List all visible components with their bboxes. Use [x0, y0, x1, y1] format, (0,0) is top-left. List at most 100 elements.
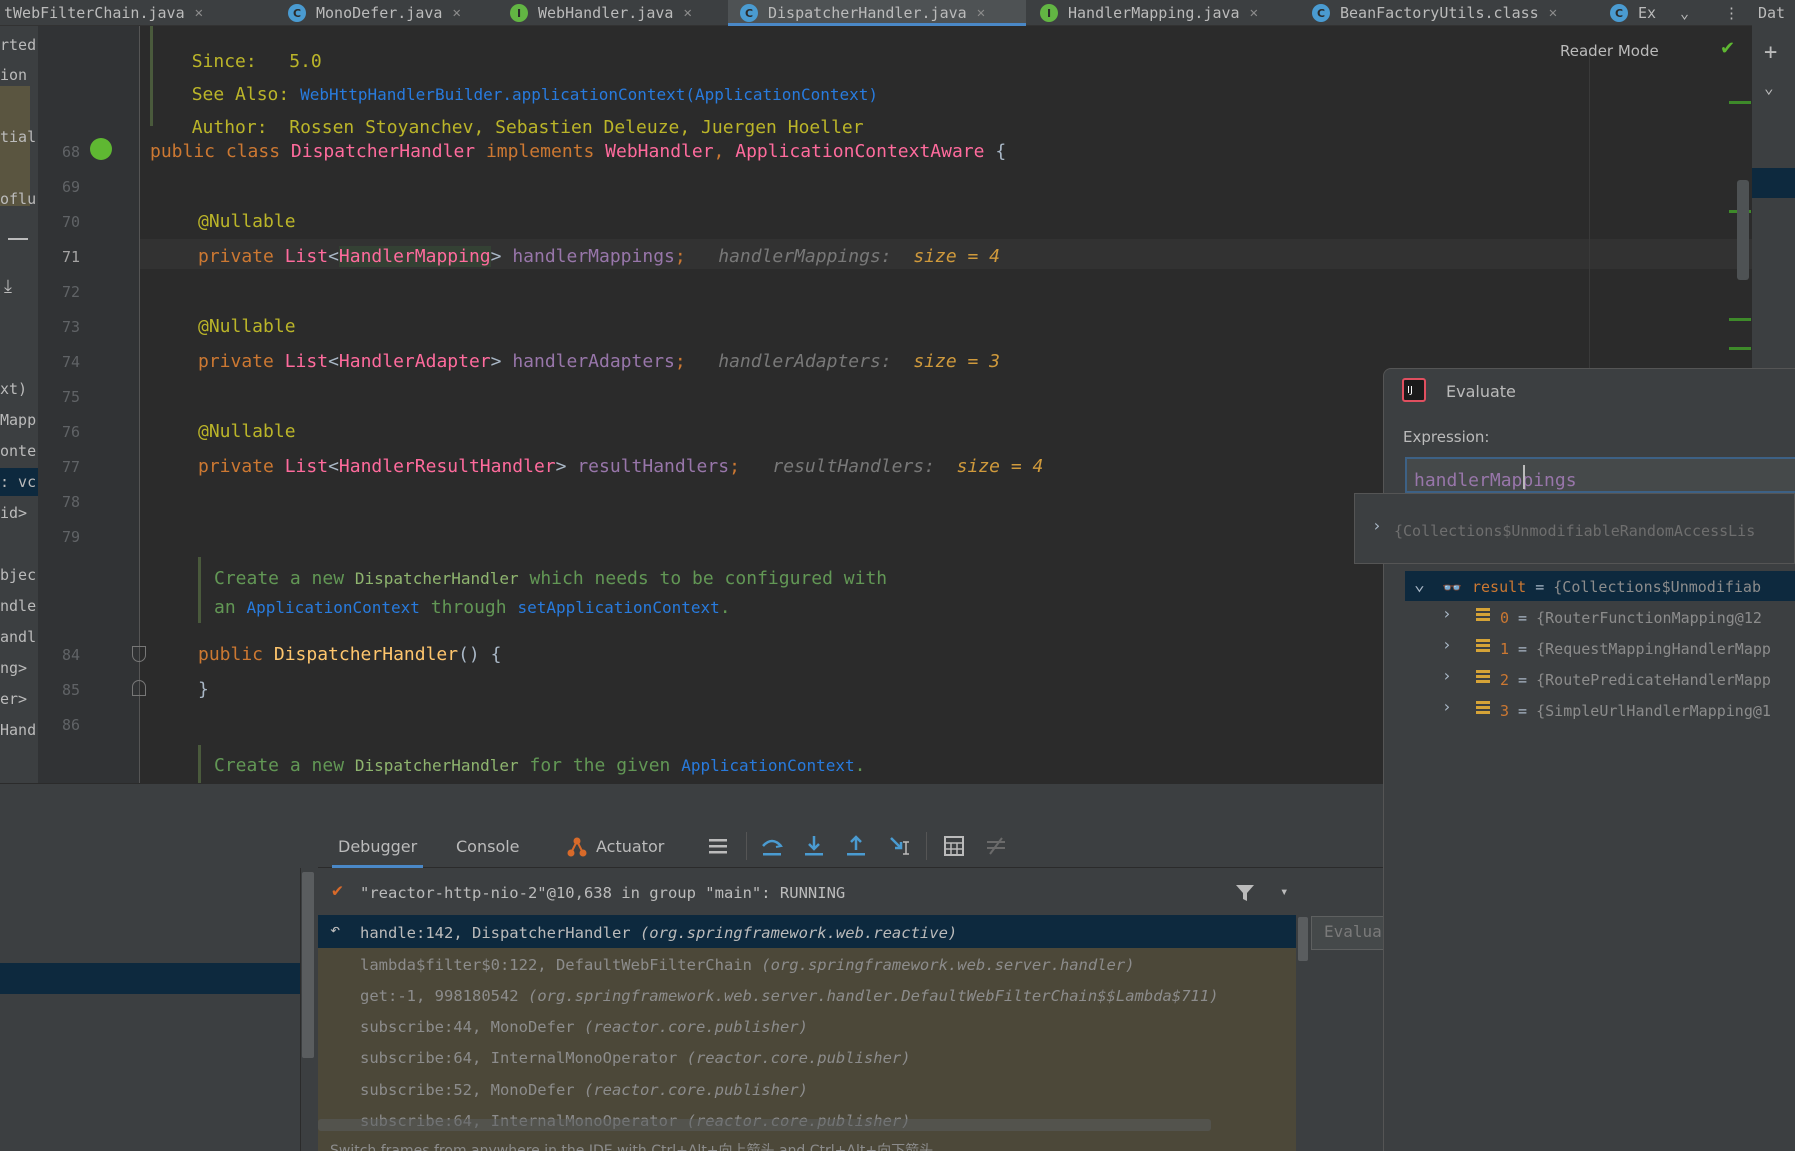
tab-ex[interactable]: C Ex: [1610, 0, 1676, 26]
frames-hscroll[interactable]: [318, 1119, 1211, 1131]
frame-row[interactable]: subscribe:52, MonoDefer (reactor.core.pu…: [360, 1081, 808, 1099]
chevron-right-icon[interactable]: ›: [1372, 516, 1382, 535]
text-cursor: [1523, 465, 1525, 489]
step-into-icon[interactable]: ⤓: [4, 276, 12, 297]
doc-comment-line: Create a new DispatcherHandler for the g…: [214, 755, 866, 776]
step-out-icon[interactable]: [844, 834, 868, 858]
minimize-icon[interactable]: [8, 238, 28, 240]
scrollbar-thumb[interactable]: [1298, 917, 1308, 961]
close-icon[interactable]: ✕: [1549, 5, 1557, 21]
spring-bean-icon[interactable]: [90, 138, 112, 160]
left-fragment: rted: [0, 36, 37, 54]
close-icon[interactable]: ✕: [1250, 5, 1258, 21]
tab-dispatcherhandler[interactable]: C DispatcherHandler.java ✕: [728, 0, 1026, 26]
doc-comment-line: Create a new DispatcherHandler which nee…: [214, 568, 888, 589]
tab-debugger[interactable]: Debugger: [331, 824, 424, 868]
chevron-right-icon[interactable]: ›: [1442, 697, 1452, 716]
expression-value: handlerMappings: [1414, 470, 1577, 491]
doc-link[interactable]: ApplicationContext: [681, 756, 854, 775]
chevron-right-icon[interactable]: ›: [1442, 635, 1452, 654]
doc-comment-line: an ApplicationContext through setApplica…: [214, 597, 731, 618]
add-icon[interactable]: +: [1764, 40, 1777, 65]
line-number: 69: [61, 178, 80, 196]
selected-thread-row[interactable]: [0, 963, 300, 994]
tab-handlermapping[interactable]: I HandlerMapping.java ✕: [1040, 0, 1296, 26]
line-number: 77: [61, 458, 80, 476]
close-icon[interactable]: ✕: [683, 5, 691, 21]
stripe-selection: [1752, 168, 1795, 198]
threads-list: [0, 868, 300, 1151]
line-number: 86: [61, 716, 80, 734]
result-child[interactable]: 1 = {RequestMappingHandlerMapp: [1500, 640, 1771, 658]
line-number: 85: [61, 681, 80, 699]
chevron-down-icon[interactable]: ⌄: [1764, 78, 1774, 97]
chevron-down-icon[interactable]: ▾: [1280, 884, 1288, 900]
frame-row[interactable]: subscribe:44, MonoDefer (reactor.core.pu…: [360, 1018, 808, 1036]
class-declaration: public class DispatcherHandler implement…: [150, 141, 1007, 162]
doc-link[interactable]: ApplicationContext: [247, 598, 420, 617]
line-number: 71: [61, 248, 80, 266]
evaluate-expression-icon[interactable]: [942, 834, 966, 858]
list-item-icon: [1476, 639, 1490, 653]
right-panel-tab[interactable]: Dat: [1752, 0, 1795, 26]
tab-beanfactoryutils[interactable]: C BeanFactoryUtils.class ✕: [1312, 0, 1590, 26]
doc-link[interactable]: setApplicationContext: [517, 598, 719, 617]
result-child[interactable]: 3 = {SimpleUrlHandlerMapping@1: [1500, 702, 1771, 720]
doc-bar: [198, 557, 201, 623]
change-marker: [1729, 101, 1751, 104]
frame-row[interactable]: handle:142, DispatcherHandler (org.sprin…: [360, 924, 957, 942]
change-marker: [1729, 347, 1751, 350]
check-icon: ✔: [1720, 38, 1736, 59]
chevron-right-icon[interactable]: ›: [1442, 604, 1452, 623]
svg-text:IJ: IJ: [1407, 385, 1413, 396]
filter-icon[interactable]: [1234, 882, 1256, 904]
left-fragment: onte: [0, 442, 37, 460]
close-icon[interactable]: ✕: [452, 5, 460, 21]
fold-icon[interactable]: [132, 646, 146, 662]
reader-mode-button[interactable]: Reader Mode: [1560, 42, 1659, 60]
result-child[interactable]: 0 = {RouterFunctionMapping@12: [1500, 609, 1762, 627]
line-number: 76: [61, 423, 80, 441]
close-icon[interactable]: ✕: [977, 5, 985, 21]
field-declaration: private List<HandlerAdapter> handlerAdap…: [198, 351, 1001, 372]
frame-row[interactable]: lambda$filter$0:122, DefaultWebFilterCha…: [360, 956, 1135, 974]
close-icon[interactable]: ✕: [195, 5, 203, 21]
step-into-icon[interactable]: [802, 834, 826, 858]
left-fragment: oflu: [0, 190, 37, 208]
tab-console[interactable]: Console: [456, 824, 520, 868]
left-fragment: bjec: [0, 566, 37, 584]
thread-selector[interactable]: "reactor-http-nio-2"@10,638 in group "ma…: [360, 884, 845, 902]
left-fragment: : vc: [0, 473, 37, 491]
line-number: 84: [61, 646, 80, 664]
list-item-icon: [1476, 608, 1490, 622]
editor-scrollbar-thumb[interactable]: [1737, 180, 1749, 280]
popup-result[interactable]: {Collections$UnmodifiableRandomAccessLis: [1394, 522, 1794, 540]
frame-row[interactable]: subscribe:64, InternalMonoOperator (reac…: [360, 1049, 911, 1067]
chevron-down-icon[interactable]: ⌄: [1680, 0, 1702, 26]
tab-webhandler[interactable]: I WebHandler.java ✕: [510, 0, 722, 26]
left-highlight: [0, 86, 30, 206]
field-declaration: private List<HandlerResultHandler> resul…: [198, 456, 1044, 477]
line-number: 74: [61, 353, 80, 371]
fold-icon[interactable]: [132, 680, 146, 696]
line-number: 75: [61, 388, 80, 406]
run-to-cursor-icon[interactable]: [888, 834, 912, 858]
line-number: 72: [61, 283, 80, 301]
class-icon: C: [1312, 4, 1330, 22]
tab-label: BeanFactoryUtils.class: [1340, 4, 1539, 22]
chevron-down-icon[interactable]: ⌄: [1414, 574, 1425, 595]
scrollbar-thumb[interactable]: [302, 872, 314, 1058]
result-child[interactable]: 2 = {RoutePredicateHandlerMapp: [1500, 671, 1771, 689]
tab-label: Ex: [1638, 4, 1657, 22]
doc-bar: [150, 26, 153, 126]
tab-monodefer[interactable]: C MonoDefer.java ✕: [288, 0, 494, 26]
return-icon: ↶: [330, 920, 341, 940]
more-icon[interactable]: ⋮: [1724, 0, 1740, 26]
tab-actuator[interactable]: Actuator: [596, 824, 664, 868]
trace-icon[interactable]: [984, 834, 1008, 858]
chevron-right-icon[interactable]: ›: [1442, 666, 1452, 685]
tab-webfilterchain[interactable]: tWebFilterChain.java ✕: [0, 0, 282, 26]
step-over-icon[interactable]: [760, 834, 784, 858]
frame-row[interactable]: get:-1, 998180542 (org.springframework.w…: [360, 987, 1219, 1005]
show-frames-icon[interactable]: [706, 834, 730, 858]
